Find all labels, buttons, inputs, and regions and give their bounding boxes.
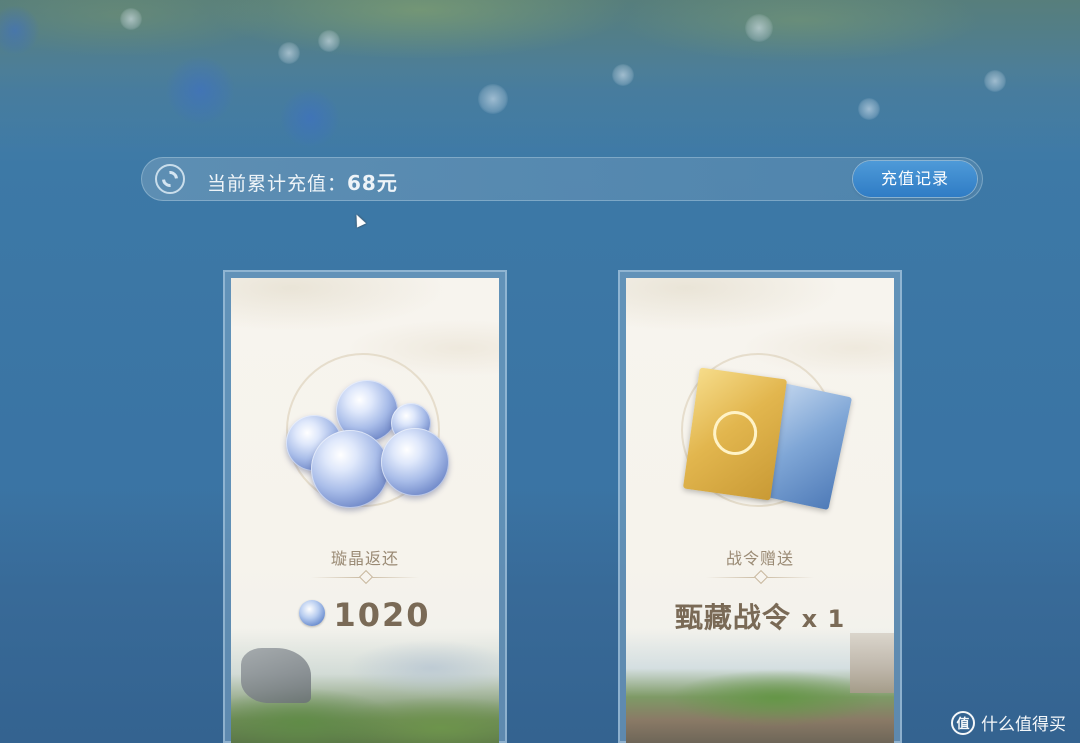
background-dandelion [278,42,300,64]
background-dandelion [745,14,773,42]
card-landscape [231,628,499,743]
reward-card-crystal[interactable]: 璇晶返还 1020 [223,270,507,743]
gold-pass-card-icon [682,367,788,501]
background-flower [280,88,340,148]
card-title: 璇晶返还 [330,549,399,568]
background-dandelion [612,64,634,86]
recharge-icon [155,164,185,194]
background-flower [165,55,235,125]
background-grass [0,0,1080,150]
divider-diamond-icon [753,569,769,585]
recharge-total-amount: 68元 [347,171,398,195]
watermark: 值 什么值得买 [951,710,1066,735]
reward-card-battle-pass[interactable]: 战令赠送 甄藏战令 x 1 [618,270,902,743]
background-dandelion [984,70,1006,92]
statue-decoration [241,648,311,703]
tower-decoration [850,633,894,693]
divider-diamond-icon [358,569,374,585]
crystal-icon [299,600,326,626]
recharge-total-label: 当前累计充值：68元 [207,167,398,196]
background-dandelion [858,98,880,120]
background-dandelion [318,30,340,52]
background-mountains [0,490,1080,743]
watermark-logo-icon: 值 [951,710,975,735]
watermark-text: 什么值得买 [981,715,1066,735]
card-title: 战令赠送 [725,549,794,568]
background-dandelion [478,84,508,114]
card-landscape [626,628,894,743]
recharge-total-bar: 当前累计充值：68元 充值记录 [141,157,983,201]
background-dandelion [120,8,142,30]
recharge-total-text: 当前累计充值： [207,173,348,195]
mouse-cursor-icon [351,212,367,228]
recharge-record-button[interactable]: 充值记录 [853,161,977,197]
